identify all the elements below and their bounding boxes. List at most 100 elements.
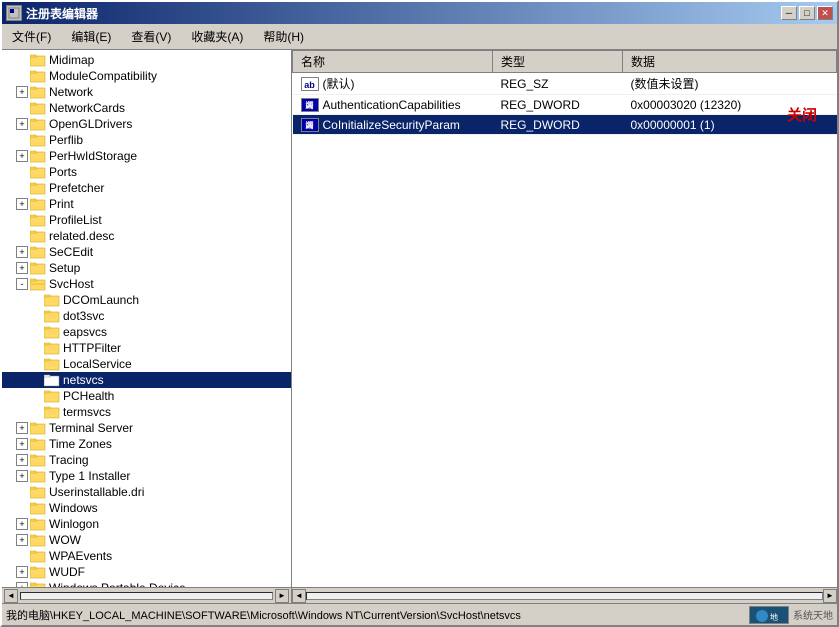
menu-view[interactable]: 查看(V) xyxy=(125,26,177,47)
tree-label: dot3svc xyxy=(63,309,104,323)
scroll-right-btn2[interactable]: ► xyxy=(823,589,837,603)
expand-wow[interactable]: + xyxy=(16,534,28,546)
folder-icon xyxy=(30,53,46,67)
tree-item-tracing[interactable]: + Tracing xyxy=(2,452,291,468)
table-row[interactable]: ab (默认) REG_SZ (数值未设置) xyxy=(293,73,837,95)
tree-item-eapsvcs[interactable]: eapsvcs xyxy=(2,324,291,340)
menubar: 文件(F) 编辑(E) 查看(V) 收藏夹(A) 帮助(H) xyxy=(2,24,837,50)
tree-label: netsvcs xyxy=(63,373,104,387)
expand-winlogon[interactable]: + xyxy=(16,518,28,530)
cell-type: REG_DWORD xyxy=(493,95,623,115)
tree-item-related[interactable]: related.desc xyxy=(2,228,291,244)
tree-label: Perflib xyxy=(49,133,83,147)
tree-item-timezones[interactable]: + Time Zones xyxy=(2,436,291,452)
tree-item-localservice[interactable]: LocalService xyxy=(2,356,291,372)
tree-item-terminalserver[interactable]: + Terminal Server xyxy=(2,420,291,436)
registry-pane[interactable]: 名称 类型 数据 ab (默认) REG_SZ xyxy=(292,50,837,587)
menu-edit[interactable]: 编辑(E) xyxy=(65,26,117,47)
registry-table: 名称 类型 数据 ab (默认) REG_SZ xyxy=(292,50,837,135)
tree-item-wpaevents[interactable]: WPAEvents xyxy=(2,548,291,564)
horizontal-scrollbar-right[interactable]: ◄ ► xyxy=(292,588,837,603)
menu-help[interactable]: 帮助(H) xyxy=(257,26,310,47)
scroll-track-right[interactable] xyxy=(306,592,823,600)
tree-item-profilelist[interactable]: ProfileList xyxy=(2,212,291,228)
cell-name[interactable]: 蠲 CoInitializeSecurityParam xyxy=(293,115,493,135)
tree-item-termsvcs[interactable]: termsvcs xyxy=(2,404,291,420)
expand-perhwid[interactable]: + xyxy=(16,150,28,162)
expand-setup[interactable]: + xyxy=(16,262,28,274)
tree-item-print[interactable]: + Print xyxy=(2,196,291,212)
tree-item-modulecompat[interactable]: ModuleCompatibility xyxy=(2,68,291,84)
folder-icon xyxy=(44,325,60,339)
expand-tracing[interactable]: + xyxy=(16,454,28,466)
folder-icon xyxy=(30,117,46,131)
tree-item-wudf[interactable]: + WUDF xyxy=(2,564,291,580)
col-header-name[interactable]: 名称 xyxy=(293,51,493,73)
tree-item-prefetcher[interactable]: Prefetcher xyxy=(2,180,291,196)
col-header-type[interactable]: 类型 xyxy=(493,51,623,73)
expand-svchost[interactable]: - xyxy=(16,278,28,290)
tree-item-opengl[interactable]: + OpenGLDrivers xyxy=(2,116,291,132)
folder-icon-open xyxy=(44,373,60,387)
scroll-left-btn2[interactable]: ◄ xyxy=(292,589,306,603)
tree-item-dot3svc[interactable]: dot3svc xyxy=(2,308,291,324)
tree-item-userinstallable[interactable]: Userinstallable.dri xyxy=(2,484,291,500)
expand-secedit[interactable]: + xyxy=(16,246,28,258)
logo-icon: 地 xyxy=(749,606,789,624)
menu-favorites[interactable]: 收藏夹(A) xyxy=(185,26,249,47)
table-row[interactable]: 蠲 AuthenticationCapabilities REG_DWORD 0… xyxy=(293,95,837,115)
expand-terminalserver[interactable]: + xyxy=(16,422,28,434)
horizontal-scrollbar-left[interactable]: ◄ ► xyxy=(2,588,292,603)
tree-label: Print xyxy=(49,197,74,211)
tree-item-netsvcs[interactable]: netsvcs xyxy=(2,372,291,388)
col-header-data[interactable]: 数据 xyxy=(623,51,837,73)
expand-wudf[interactable]: + xyxy=(16,566,28,578)
tree-item-wow[interactable]: + WOW xyxy=(2,532,291,548)
folder-icon xyxy=(30,165,46,179)
expand-print[interactable]: + xyxy=(16,198,28,210)
folder-icon xyxy=(30,133,46,147)
close-button[interactable]: ✕ xyxy=(817,6,833,20)
tree-item-httpfilter[interactable]: HTTPFilter xyxy=(2,340,291,356)
tree-item-winportable[interactable]: + Windows Portable Device... xyxy=(2,580,291,587)
tree-item-dcomlaunch[interactable]: DCOmLaunch xyxy=(2,292,291,308)
expand-opengl[interactable]: + xyxy=(16,118,28,130)
cell-name[interactable]: ab (默认) xyxy=(293,73,493,95)
tree-label: Terminal Server xyxy=(49,421,133,435)
tree-label: Network xyxy=(49,85,93,99)
tree-item-perflib[interactable]: Perflib xyxy=(2,132,291,148)
bottom-scrollbar: ◄ ► ◄ ► xyxy=(2,587,837,603)
tree-item-ports[interactable]: Ports xyxy=(2,164,291,180)
tree-item-network[interactable]: + Network xyxy=(2,84,291,100)
cell-name-text: AuthenticationCapabilities xyxy=(323,98,461,112)
tree-item-secedit[interactable]: + SeCEdit xyxy=(2,244,291,260)
tree-pane[interactable]: Midimap ModuleCompatibility + Network xyxy=(2,50,292,587)
tree-item-pchealth[interactable]: PCHealth xyxy=(2,388,291,404)
tree-item-windows[interactable]: Windows xyxy=(2,500,291,516)
table-row[interactable]: 蠲 CoInitializeSecurityParam REG_DWORD 0x… xyxy=(293,115,837,135)
folder-icon xyxy=(44,309,60,323)
tree-item-winlogon[interactable]: + Winlogon xyxy=(2,516,291,532)
expand-type1[interactable]: + xyxy=(16,470,28,482)
tree-item-type1[interactable]: + Type 1 Installer xyxy=(2,468,291,484)
menu-file[interactable]: 文件(F) xyxy=(6,26,57,47)
cell-name-text: CoInitializeSecurityParam xyxy=(323,118,460,132)
maximize-button[interactable]: □ xyxy=(799,6,815,20)
expand-timezones[interactable]: + xyxy=(16,438,28,450)
scroll-track-left[interactable] xyxy=(20,592,273,600)
scroll-left-btn[interactable]: ◄ xyxy=(4,589,18,603)
statusbar-path: 我的电脑\HKEY_LOCAL_MACHINE\SOFTWARE\Microso… xyxy=(6,607,745,623)
scroll-right-btn[interactable]: ► xyxy=(275,589,289,603)
tree-item-networkcards[interactable]: NetworkCards xyxy=(2,100,291,116)
tree-item-perhwid[interactable]: + PerHwIdStorage xyxy=(2,148,291,164)
cell-name[interactable]: 蠲 AuthenticationCapabilities xyxy=(293,95,493,115)
tree-label: SeCEdit xyxy=(49,245,93,259)
expand-network[interactable]: + xyxy=(16,86,28,98)
minimize-button[interactable]: ─ xyxy=(781,6,797,20)
tree-item-setup[interactable]: + Setup xyxy=(2,260,291,276)
tree-label: ProfileList xyxy=(49,213,102,227)
tree-label: related.desc xyxy=(49,229,114,243)
folder-icon-open xyxy=(30,277,46,291)
tree-item-svchost[interactable]: - SvcHost xyxy=(2,276,291,292)
tree-item-midimap[interactable]: Midimap xyxy=(2,52,291,68)
